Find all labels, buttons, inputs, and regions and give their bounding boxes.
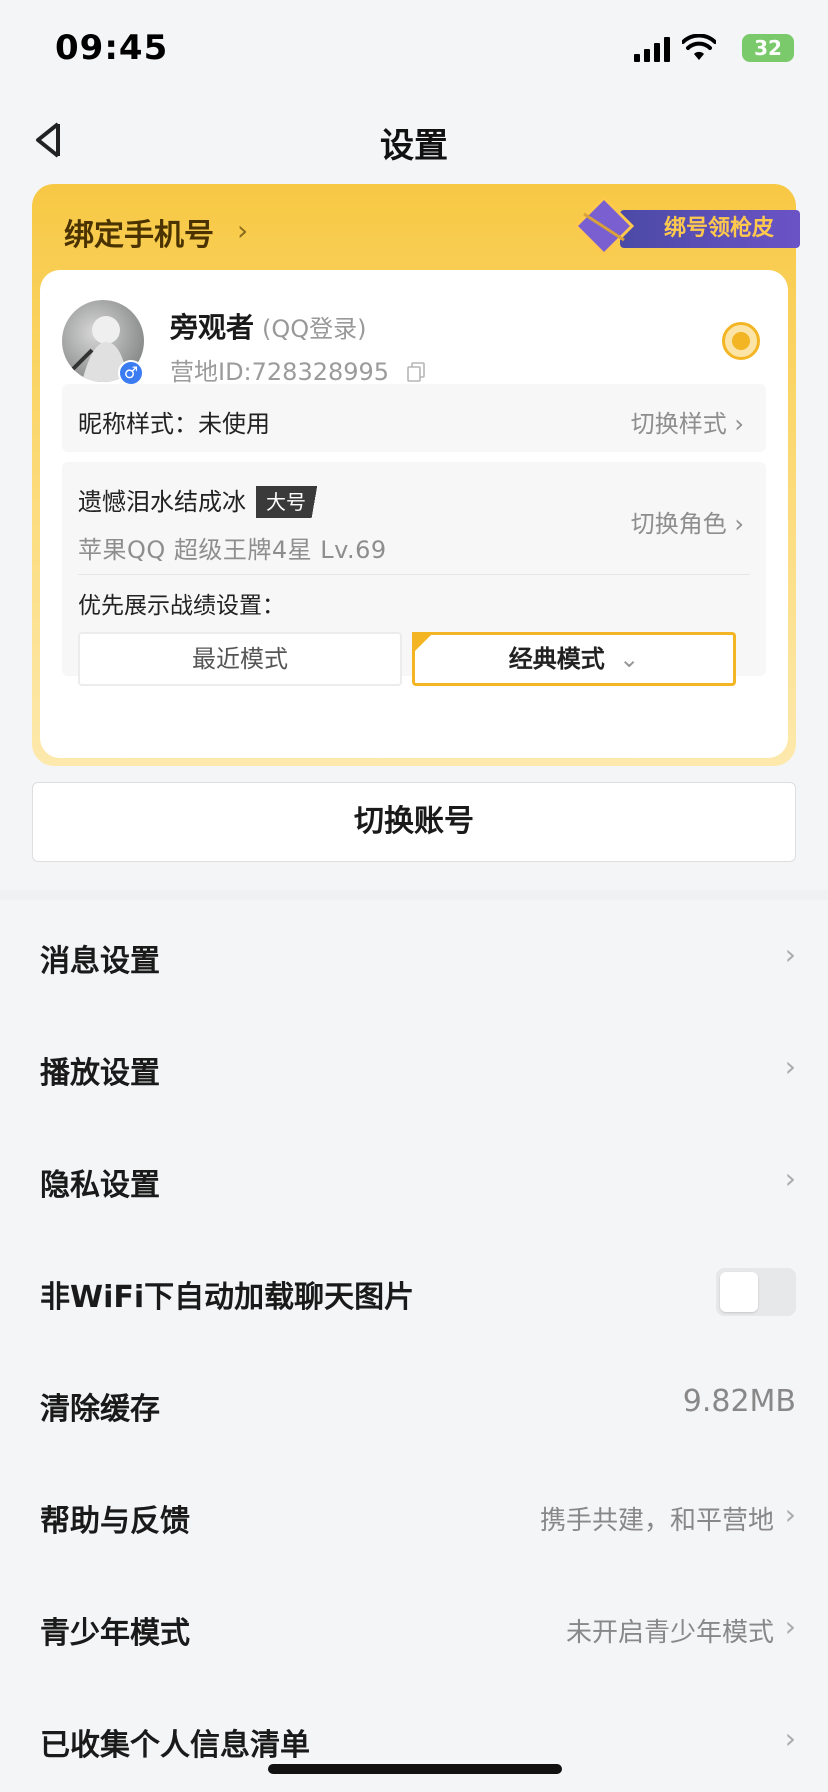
setting-help-feedback[interactable]: 帮助与反馈 携手共建，和平营地 › xyxy=(0,1460,828,1572)
login-type: (QQ登录) xyxy=(262,315,367,343)
chevron-right-icon: › xyxy=(237,214,249,247)
setting-value: 未开启青少年模式 xyxy=(565,1618,774,1648)
setting-message[interactable]: 消息设置 › xyxy=(0,900,828,1012)
status-icons: 32 xyxy=(634,34,794,64)
switch-style-label: 切换样式 xyxy=(630,410,727,438)
switch-role-link[interactable]: 切换角色 › xyxy=(631,504,744,539)
account-details: ♂ 旁观者 (QQ登录) 营地ID:728328995 昵称样式：未使用 切换样式… xyxy=(40,270,788,758)
chevron-right-icon: › xyxy=(784,1722,796,1755)
camp-id-row: 营地ID:728328995 xyxy=(170,352,425,387)
chevron-down-icon: ⌄ xyxy=(619,645,640,673)
chevron-right-icon: › xyxy=(734,510,744,538)
wifi-icon xyxy=(682,34,716,60)
setting-label: 播放设置 xyxy=(40,1056,160,1091)
home-indicator[interactable] xyxy=(268,1764,562,1774)
cellular-signal-icon xyxy=(634,37,670,62)
mode-classic-label: 经典模式 xyxy=(508,645,605,673)
page-title: 设置 xyxy=(380,126,448,166)
chevron-right-icon: › xyxy=(784,1162,796,1195)
setting-value: 携手共建，和平营地 xyxy=(539,1506,774,1536)
cache-size: 9.82MB xyxy=(682,1384,796,1419)
setting-label: 清除缓存 xyxy=(40,1392,160,1427)
setting-personal-info-list[interactable]: 已收集个人信息清单 › xyxy=(0,1684,828,1792)
status-time: 09:45 xyxy=(55,28,169,68)
copy-icon[interactable] xyxy=(406,362,425,382)
nickname-style-label: 昵称样式：未使用 xyxy=(78,410,270,438)
chevron-right-icon: › xyxy=(784,1050,796,1083)
setting-label: 青少年模式 xyxy=(40,1616,190,1651)
setting-playback[interactable]: 播放设置 › xyxy=(0,1012,828,1124)
skin-promo-label: 绑号领枪皮 xyxy=(620,210,800,248)
check-icon xyxy=(412,632,434,654)
mode-recent-button[interactable]: 最近模式 xyxy=(78,632,402,686)
switch-style-link[interactable]: 切换样式 › xyxy=(631,404,744,439)
setting-youth-mode[interactable]: 青少年模式 未开启青少年模式 › xyxy=(0,1572,828,1684)
role-panel: 遗憾泪水结成冰 大号 苹果QQ 超级王牌4星 Lv.69 切换角色 › 优先展示战… xyxy=(62,462,766,686)
setting-label: 已收集个人信息清单 xyxy=(40,1728,310,1763)
mode-classic-button[interactable]: 经典模式 ⌄ xyxy=(412,632,736,686)
chevron-right-icon: › xyxy=(784,1610,796,1643)
chevron-right-icon: › xyxy=(784,1498,796,1531)
chevron-right-icon: › xyxy=(784,938,796,971)
camp-id: 营地ID:728328995 xyxy=(170,358,390,386)
status-bar: 09:45 32 xyxy=(0,0,828,100)
skin-diamond-icon xyxy=(574,196,634,256)
nickname-text: 旁观者 xyxy=(170,311,255,344)
bind-phone-tab[interactable]: 绑定手机号 › xyxy=(32,184,532,268)
switch-role-label: 切换角色 xyxy=(630,510,727,538)
setting-label: 非WiFi下自动加载聊天图片 xyxy=(40,1280,415,1315)
male-icon: ♂ xyxy=(118,360,144,386)
role-name-row: 遗憾泪水结成冰 大号 xyxy=(78,482,332,518)
section-divider xyxy=(0,890,828,900)
divider xyxy=(78,574,750,575)
setting-label: 帮助与反馈 xyxy=(40,1504,190,1539)
account-card: 绑定手机号 › 绑号领枪皮 ♂ 旁观者 (QQ登录) 营地ID:728328995 xyxy=(32,184,800,766)
mode-recent-label: 最近模式 xyxy=(192,645,288,673)
wifi-images-toggle[interactable] xyxy=(716,1268,796,1316)
setting-label: 隐私设置 xyxy=(40,1168,160,1203)
skin-promo-banner[interactable]: 绑号领枪皮 xyxy=(568,192,816,260)
setting-label: 消息设置 xyxy=(40,944,160,979)
account-selected-radio[interactable] xyxy=(722,322,760,360)
nickname: 旁观者 (QQ登录) xyxy=(170,306,367,346)
role-name: 遗憾泪水结成冰 xyxy=(78,488,246,516)
setting-wifi-images: 非WiFi下自动加载聊天图片 xyxy=(0,1236,828,1348)
bind-phone-label: 绑定手机号 xyxy=(64,218,214,253)
nav-bar: 设置 xyxy=(0,100,828,180)
setting-clear-cache[interactable]: 清除缓存 9.82MB xyxy=(0,1348,828,1460)
chevron-right-icon: › xyxy=(734,410,744,438)
toggle-knob xyxy=(720,1272,758,1312)
battery-icon: 32 xyxy=(742,34,794,62)
role-meta: 苹果QQ 超级王牌4星 Lv.69 xyxy=(78,536,387,564)
nickname-style-row[interactable]: 昵称样式：未使用 切换样式 › xyxy=(62,384,766,452)
switch-account-button[interactable]: 切换账号 xyxy=(32,782,796,862)
display-setting-label: 优先展示战绩设置： xyxy=(78,593,285,619)
setting-privacy[interactable]: 隐私设置 › xyxy=(0,1124,828,1236)
role-tag: 大号 xyxy=(256,486,332,518)
